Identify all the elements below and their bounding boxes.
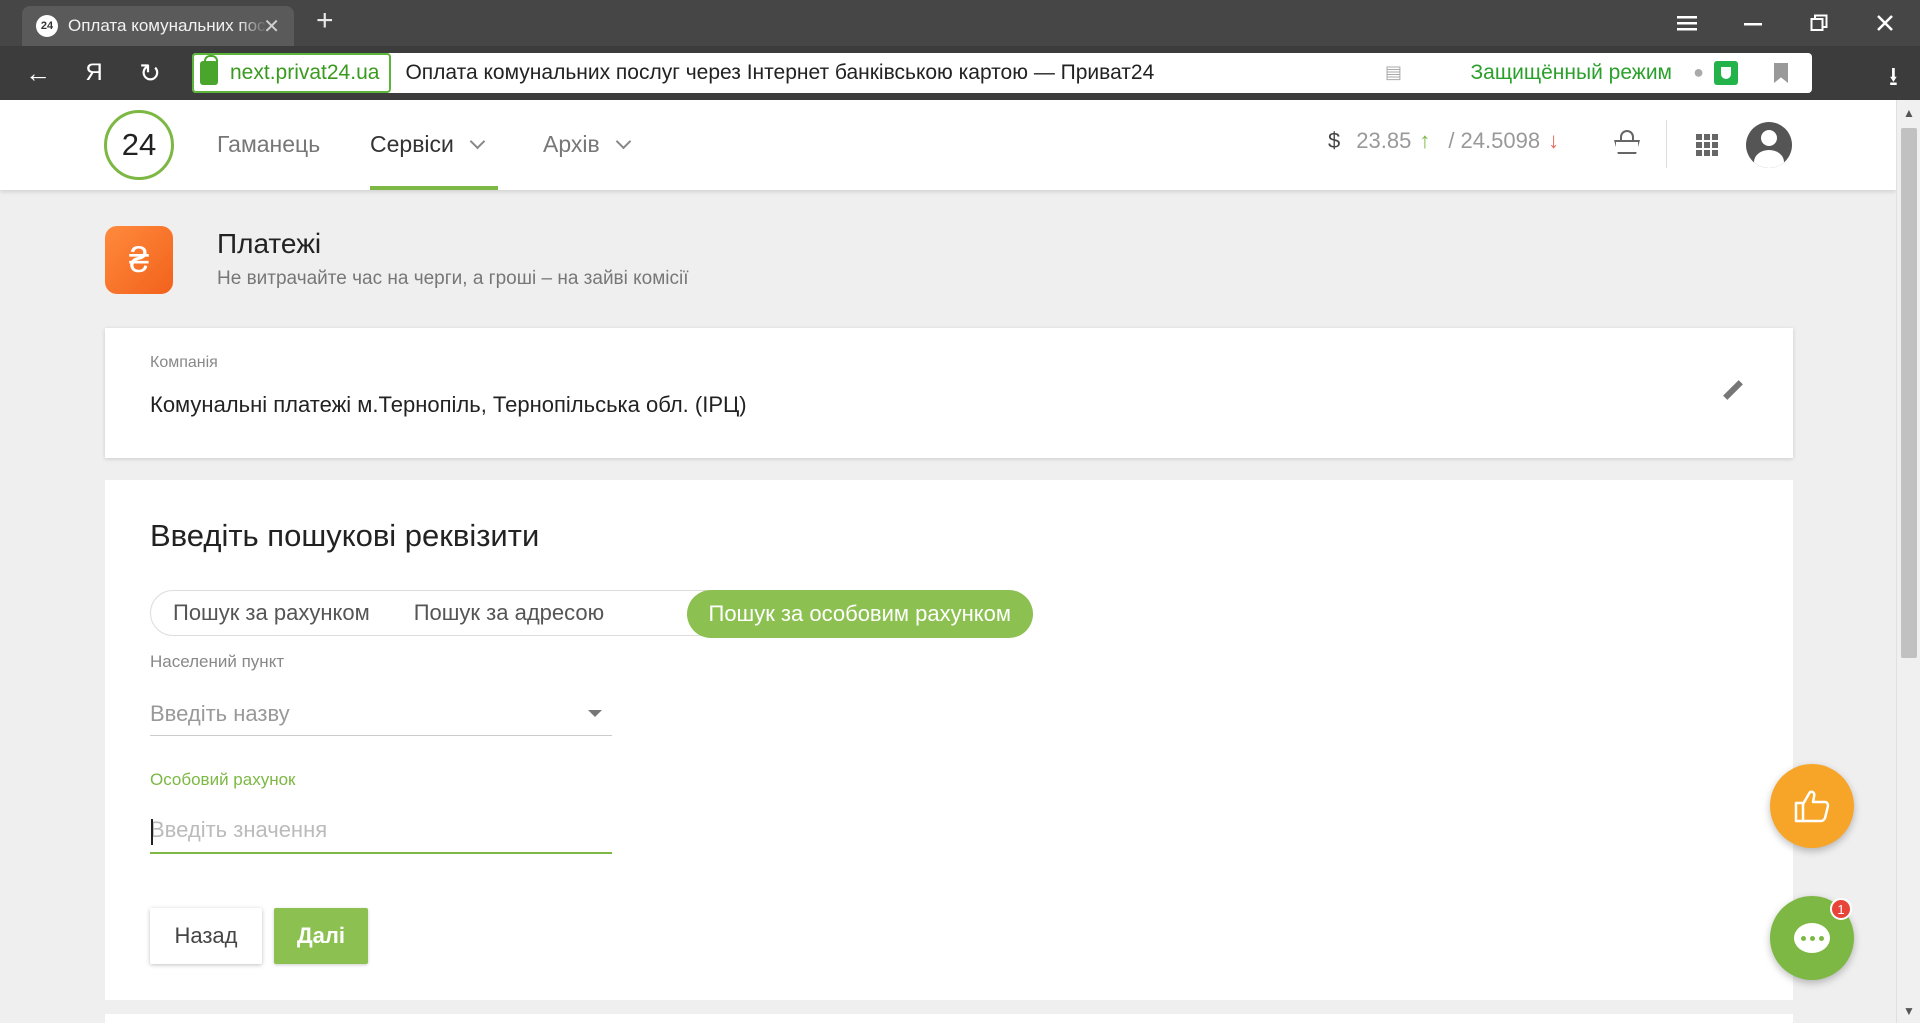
city-label: Населений пункт bbox=[150, 652, 285, 671]
nav-item-wallet[interactable]: Гаманець bbox=[217, 126, 320, 162]
scroll-thumb[interactable] bbox=[1901, 128, 1917, 658]
active-nav-indicator bbox=[370, 186, 498, 190]
chevron-down-icon bbox=[469, 133, 486, 149]
company-name: Комунальні платежі м.Тернопіль, Тернопіл… bbox=[150, 392, 747, 417]
search-form-card: Введіть пошукові реквізити Пошук за раху… bbox=[105, 480, 1793, 1000]
reload-icon[interactable]: ↻ bbox=[132, 58, 168, 88]
page-viewport: 24 Гаманець Сервіси Архів $ 23.85 ↑ / 24… bbox=[0, 100, 1896, 1023]
browser-tab-bar: 24 Оплата комунальних послуг ✕ + bbox=[0, 0, 1920, 46]
browser-tab[interactable]: 24 Оплата комунальних послуг ✕ bbox=[22, 6, 294, 46]
arrow-up-icon: ↑ bbox=[1419, 128, 1431, 153]
chat-unread-badge: 1 bbox=[1830, 898, 1852, 920]
company-card: Компанія Комунальні платежі м.Тернопіль,… bbox=[105, 328, 1793, 458]
scroll-up-icon[interactable]: ▲ bbox=[1903, 106, 1915, 120]
close-window-icon[interactable] bbox=[1852, 0, 1918, 46]
bookmark-icon[interactable] bbox=[1774, 63, 1788, 83]
page-scrollbar[interactable]: ▲ ▼ bbox=[1896, 100, 1920, 1023]
chat-bubble-icon bbox=[1794, 923, 1830, 953]
edit-pencil-icon[interactable] bbox=[1719, 378, 1743, 402]
nav-item-archive-label: Архів bbox=[543, 130, 600, 157]
address-bar: ← Я ↻ next.privat24.ua Оплата комунальни… bbox=[0, 46, 1920, 100]
feedback-like-button[interactable] bbox=[1770, 764, 1854, 848]
company-label: Компанія bbox=[150, 354, 218, 371]
reader-mode-icon[interactable]: ▤ bbox=[1385, 62, 1402, 83]
url-site-badge: next.privat24.ua bbox=[192, 53, 392, 93]
exchange-rates[interactable]: $ 23.85 ↑ / 24.5098 ↓ bbox=[1328, 128, 1559, 154]
next-card-edge bbox=[105, 1014, 1793, 1023]
download-icon[interactable]: ⭳ bbox=[1889, 58, 1898, 102]
rate-buy: 23.85 bbox=[1356, 128, 1412, 153]
chevron-down-icon bbox=[615, 133, 631, 149]
site-header: 24 Гаманець Сервіси Архів $ 23.85 ↑ / 24… bbox=[0, 100, 1896, 190]
scroll-down-icon[interactable]: ▼ bbox=[1903, 1004, 1915, 1018]
dropdown-caret-icon bbox=[588, 710, 602, 717]
city-placeholder: Введіть назву bbox=[150, 700, 290, 726]
user-avatar-icon[interactable] bbox=[1746, 122, 1792, 168]
url-domain: next.privat24.ua bbox=[230, 61, 380, 84]
header-divider bbox=[1666, 120, 1667, 168]
search-mode-switch: Пошук за рахунком Пошук за адресою Пошук… bbox=[150, 590, 1033, 638]
tab-search-by-bill[interactable]: Пошук за рахунком bbox=[151, 590, 392, 636]
yandex-icon[interactable]: Я bbox=[76, 58, 112, 88]
text-cursor bbox=[151, 819, 153, 845]
next-button[interactable]: Далі bbox=[274, 908, 368, 964]
chat-button[interactable]: 1 bbox=[1770, 896, 1854, 980]
arrow-down-icon: ↓ bbox=[1548, 128, 1560, 153]
tab-search-by-personal-account[interactable]: Пошук за особовим рахунком bbox=[686, 590, 1033, 638]
browser-menu-icon[interactable] bbox=[1654, 0, 1720, 46]
back-arrow-icon[interactable]: ← bbox=[20, 58, 56, 88]
lock-icon bbox=[200, 55, 218, 85]
page-subtitle: Не витрачайте час на черги, а гроші – на… bbox=[217, 268, 689, 289]
rate-sell: / 24.5098 bbox=[1448, 128, 1541, 153]
apps-grid-icon[interactable] bbox=[1696, 134, 1718, 156]
hryvnia-icon: ₴ bbox=[105, 226, 173, 294]
basket-icon[interactable] bbox=[1612, 130, 1642, 156]
dollar-icon: $ bbox=[1328, 128, 1341, 153]
nav-item-wallet-label: Гаманець bbox=[217, 130, 321, 157]
nav-item-services[interactable]: Сервіси bbox=[370, 126, 486, 162]
close-tab-icon[interactable]: ✕ bbox=[263, 14, 280, 39]
account-input[interactable] bbox=[150, 808, 612, 854]
back-button[interactable]: Назад bbox=[150, 908, 262, 964]
protect-shield-icon[interactable] bbox=[1714, 61, 1738, 85]
new-tab-icon[interactable]: + bbox=[316, 6, 334, 36]
privat24-logo[interactable]: 24 bbox=[104, 110, 174, 180]
city-select[interactable]: Введіть назву bbox=[150, 692, 612, 736]
restore-icon[interactable] bbox=[1786, 0, 1852, 46]
nav-item-services-label: Сервіси bbox=[370, 130, 454, 157]
privat24-favicon-icon: 24 bbox=[36, 15, 58, 37]
account-label: Особовий рахунок bbox=[150, 770, 296, 789]
location-icon[interactable]: ● bbox=[1693, 62, 1704, 83]
page-title: Платежі bbox=[217, 228, 322, 259]
thumbs-up-icon bbox=[1794, 790, 1830, 823]
search-title: Введіть пошукові реквізити bbox=[150, 518, 540, 553]
nav-item-archive[interactable]: Архів bbox=[543, 126, 631, 162]
secure-mode-label[interactable]: Защищённый режим bbox=[1470, 61, 1672, 85]
url-field[interactable]: next.privat24.ua Оплата комунальних посл… bbox=[192, 53, 1812, 93]
minimize-icon[interactable] bbox=[1720, 0, 1786, 46]
url-page-title: Оплата комунальних послуг через Інтернет… bbox=[405, 61, 1155, 84]
tab-search-by-address[interactable]: Пошук за адресою bbox=[392, 590, 626, 636]
tab-title: Оплата комунальних послуг bbox=[68, 16, 268, 35]
